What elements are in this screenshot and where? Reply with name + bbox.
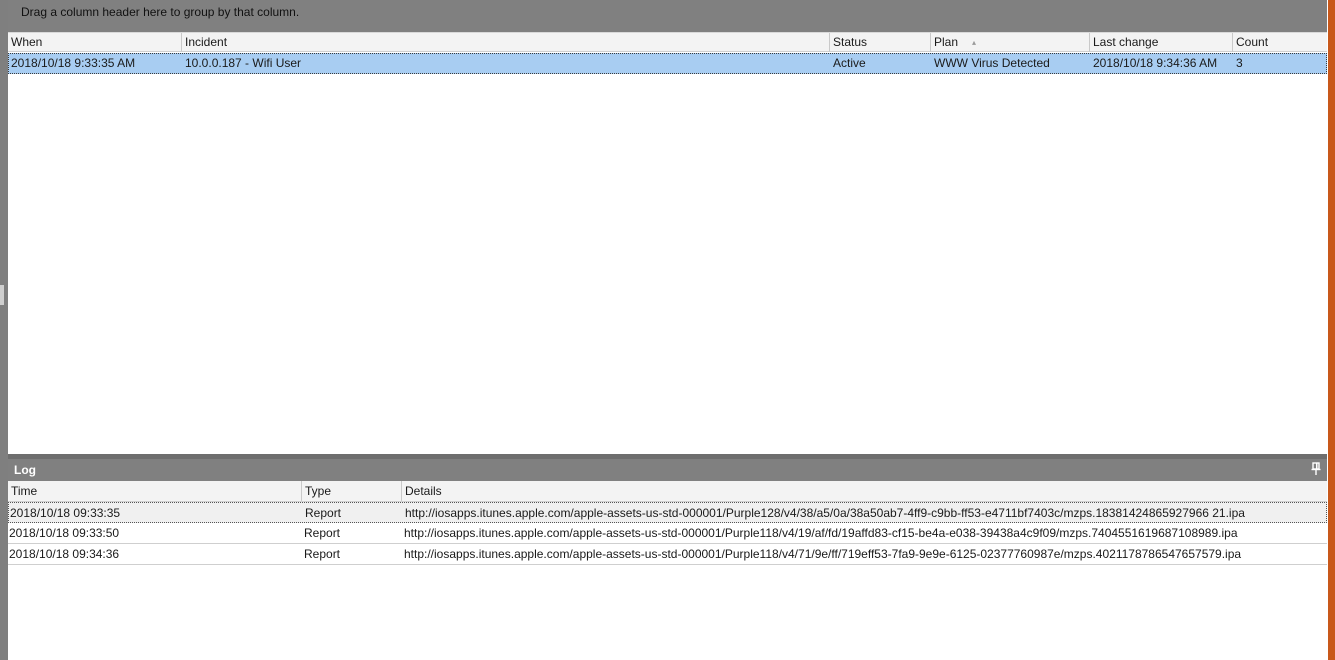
log-row[interactable]: 2018/10/18 09:33:50 Report http://iosapp… [8,523,1327,544]
log-column-header-type[interactable]: Type [302,481,402,501]
group-by-panel[interactable]: Drag a column header here to group by th… [8,0,1327,32]
column-header-status[interactable]: Status [830,33,931,52]
column-header-plan-label: Plan [934,35,959,49]
log-pane-title: Log [14,463,36,477]
log-time: 2018/10/18 09:34:36 [9,547,120,561]
column-header-last-change[interactable]: Last change [1090,33,1233,52]
log-time: 2018/10/18 09:33:35 [10,506,121,520]
log-type: Report [304,547,341,561]
incident-when: 2018/10/18 9:33:35 AM [11,56,136,70]
sort-ascending-icon: ▴ [972,38,977,48]
log-time: 2018/10/18 09:33:50 [9,526,120,540]
column-header-plan[interactable]: Plan ▴ [931,33,1090,52]
log-type: Report [305,506,342,520]
left-edge-notch [0,285,4,305]
log-details: http://iosapps.itunes.apple.com/apple-as… [404,547,1242,561]
incident-row[interactable]: 2018/10/18 9:33:35 AM 10.0.0.187 - Wifi … [8,53,1327,74]
column-header-count[interactable]: Count [1233,33,1327,52]
pin-icon[interactable] [1311,462,1321,476]
incident-plan: WWW Virus Detected [934,56,1050,70]
column-header-count-label: Count [1236,35,1269,49]
column-header-status-label: Status [833,35,868,49]
log-grid-header: Time Type Details [8,481,1327,502]
incident-status: Active [833,56,866,70]
incident-last-change: 2018/10/18 9:34:36 AM [1093,56,1218,70]
column-header-incident[interactable]: Incident [182,33,830,52]
incident-name: 10.0.0.187 - Wifi User [185,56,302,70]
log-row[interactable]: 2018/10/18 09:33:35 Report http://iosapp… [8,502,1327,523]
log-grid[interactable]: Time Type Details 2018/10/18 09:33:35 Re… [8,481,1327,660]
log-type: Report [304,526,341,540]
log-column-header-details[interactable]: Details [402,481,1327,501]
log-details: http://iosapps.itunes.apple.com/apple-as… [404,526,1238,540]
log-column-header-time-label: Time [11,484,38,498]
column-header-when[interactable]: When [8,33,182,52]
incident-count: 3 [1236,56,1243,70]
log-column-header-type-label: Type [305,484,332,498]
incident-manager-window: Drag a column header here to group by th… [0,0,1335,660]
log-column-header-time[interactable]: Time [8,481,302,501]
column-header-incident-label: Incident [185,35,228,49]
column-header-last-change-label: Last change [1093,35,1159,49]
left-edge [0,0,8,660]
accent-side-bar [1328,0,1335,660]
column-header-when-label: When [11,35,43,49]
log-details: http://iosapps.itunes.apple.com/apple-as… [405,506,1245,520]
group-by-hint: Drag a column header here to group by th… [21,5,300,19]
log-column-header-details-label: Details [405,484,442,498]
log-row[interactable]: 2018/10/18 09:34:36 Report http://iosapp… [8,544,1327,565]
incidents-grid-header: When Incident Status Plan ▴ Last change C… [8,32,1327,52]
log-pane-title-bar: Log [8,459,1327,481]
incidents-grid[interactable]: When Incident Status Plan ▴ Last change C… [8,32,1327,454]
